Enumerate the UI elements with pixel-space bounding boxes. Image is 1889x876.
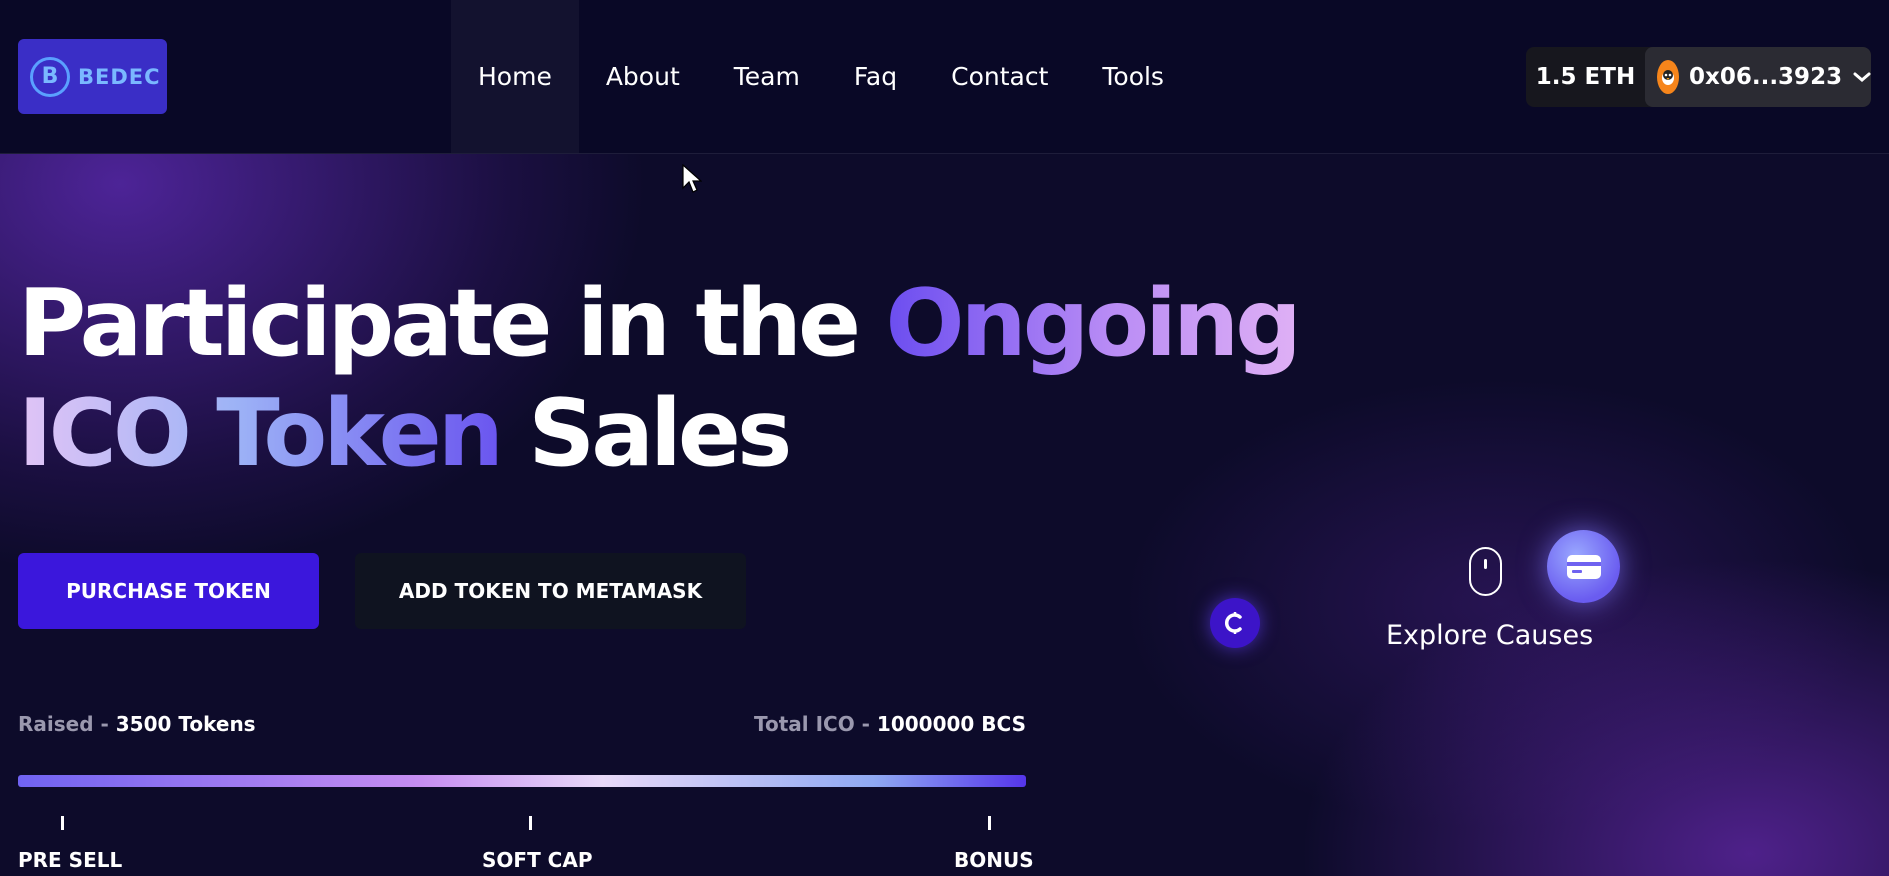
logo[interactable]: B BEDEC xyxy=(18,39,167,114)
milestone-soft-cap: SOFT CAP xyxy=(482,848,593,872)
chevron-down-icon xyxy=(1852,64,1871,90)
navbar: B BEDEC Home About Team Faq Contact Tool… xyxy=(0,0,1889,154)
crypto-coin-icon xyxy=(1210,598,1260,648)
milestone-pre-sell: PRE SELL xyxy=(18,848,123,872)
purchase-token-button[interactable]: PURCHASE TOKEN xyxy=(18,553,319,629)
logo-text: BEDEC xyxy=(78,64,161,89)
total-ico-label: Total ICO - xyxy=(753,712,877,736)
eth-balance: 1.5 ETH xyxy=(1535,64,1636,90)
milestone-tick xyxy=(529,816,532,830)
nav-item-faq[interactable]: Faq xyxy=(827,0,924,153)
credit-card-icon xyxy=(1547,530,1620,603)
milestone-tick xyxy=(988,816,991,830)
headline-part-1: Participate in the xyxy=(18,269,886,377)
scroll-mouse-icon[interactable] xyxy=(1469,547,1502,596)
nav-item-team[interactable]: Team xyxy=(707,0,827,153)
raised-label: Raised - xyxy=(18,712,116,736)
raised-stat: Raised - 3500 Tokens xyxy=(18,712,256,736)
nav-item-contact[interactable]: Contact xyxy=(924,0,1075,153)
milestone-tick xyxy=(61,816,64,830)
nav-item-tools[interactable]: Tools xyxy=(1075,0,1191,153)
mouse-pointer-icon xyxy=(682,163,703,198)
explore-causes-link[interactable]: Explore Causes xyxy=(1386,620,1593,651)
nav-item-about[interactable]: About xyxy=(579,0,707,153)
hero-headline: Participate in the Ongoing ICO Token Sale… xyxy=(18,268,1302,488)
total-ico-stat: Total ICO - 1000000 BCS xyxy=(754,712,1026,736)
add-token-to-metamask-button[interactable]: ADD TOKEN TO METAMASK xyxy=(355,553,746,629)
total-ico-value: 1000000 BCS xyxy=(876,712,1026,736)
headline-highlight-ico-token: ICO Token xyxy=(18,379,504,487)
headline-highlight-ongoing: Ongoing xyxy=(885,269,1301,377)
logo-badge-icon: B xyxy=(30,56,70,97)
nav-item-home[interactable]: Home xyxy=(451,0,579,153)
main-nav: Home About Team Faq Contact Tools xyxy=(451,0,1191,153)
milestone-bonus: BONUS xyxy=(954,848,1034,872)
ico-progress-bar xyxy=(18,775,1026,787)
metamask-fox-icon xyxy=(1657,60,1679,94)
wallet-widget[interactable]: 1.5 ETH 0x06...3923 xyxy=(1526,47,1871,107)
account-button[interactable]: 0x06...3923 xyxy=(1645,47,1871,107)
wallet-address: 0x06...3923 xyxy=(1689,64,1843,90)
headline-part-4: Sales xyxy=(499,379,792,487)
hero-section xyxy=(0,154,1889,876)
raised-value: 3500 Tokens xyxy=(115,712,256,736)
